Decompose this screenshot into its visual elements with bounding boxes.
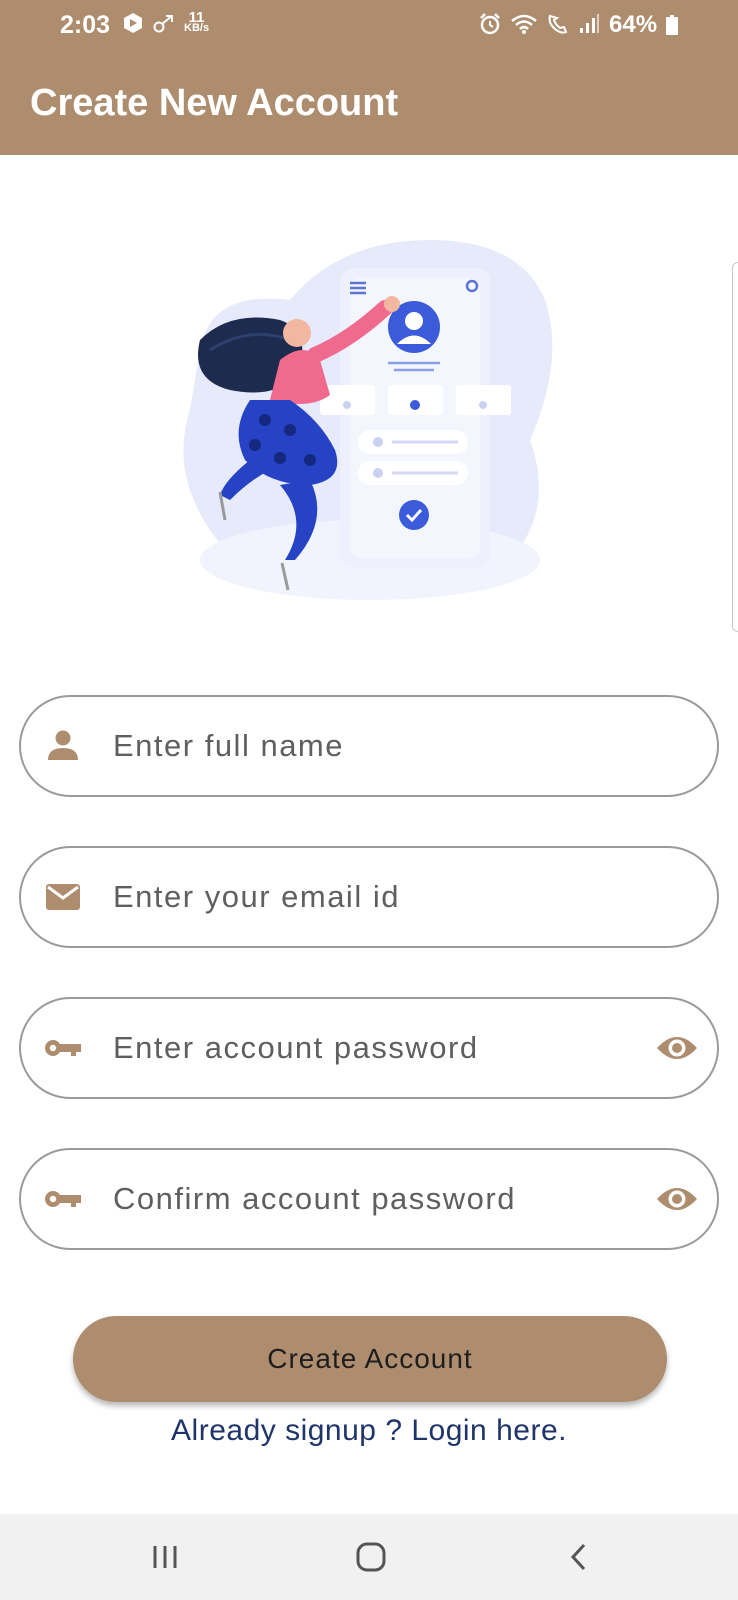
full-name-placeholder: Enter full name <box>113 728 344 763</box>
play-notification-icon <box>124 13 142 33</box>
eye-icon[interactable] <box>655 1032 699 1064</box>
page-title: Create New Account <box>30 82 399 124</box>
volte-call-icon <box>548 14 568 34</box>
email-placeholder: Enter your email id <box>113 879 400 914</box>
eye-icon[interactable] <box>655 1183 699 1215</box>
key-icon <box>45 1040 81 1056</box>
back-button[interactable] <box>556 1534 602 1580</box>
status-right-icons <box>478 12 600 36</box>
home-icon <box>356 1542 386 1572</box>
link-notification-icon <box>153 15 173 33</box>
home-button[interactable] <box>348 1534 394 1580</box>
person-icon <box>48 730 78 760</box>
signal-icon <box>580 14 599 33</box>
battery-level: 64% <box>609 11 658 38</box>
create-account-button[interactable]: Create Account <box>73 1316 667 1402</box>
status-bar: 2:03 11 KB/s 64% <box>0 0 738 54</box>
password-field[interactable]: Enter account password <box>19 997 719 1099</box>
key-icon <box>45 1191 81 1207</box>
email-field[interactable]: Enter your email id <box>19 846 719 948</box>
network-speed: 11 KB/s <box>184 10 210 34</box>
recent-apps-button[interactable] <box>142 1534 188 1580</box>
confirm-password-placeholder: Confirm account password <box>113 1181 516 1216</box>
login-link[interactable]: Already signup ? Login here. <box>0 1414 738 1448</box>
status-left-icons: 11 KB/s <box>122 10 210 34</box>
status-time: 2:03 <box>60 11 111 39</box>
right-edge-panel <box>732 262 738 632</box>
recent-apps-icon <box>153 1546 177 1568</box>
confirm-password-field[interactable]: Confirm account password <box>19 1148 719 1250</box>
mail-icon <box>46 884 80 910</box>
wifi-icon <box>511 14 537 34</box>
signup-illustration <box>183 240 553 600</box>
system-nav-bar <box>0 1514 738 1600</box>
full-name-field[interactable]: Enter full name <box>19 695 719 797</box>
battery-icon <box>666 15 678 35</box>
alarm-icon <box>480 13 500 35</box>
create-account-screen: 2:03 11 KB/s 64% Create New Account Ente… <box>0 0 738 1600</box>
password-placeholder: Enter account password <box>113 1030 479 1065</box>
app-bar: 2:03 11 KB/s 64% Create New Account <box>0 0 738 155</box>
back-icon <box>570 1543 586 1571</box>
network-speed-unit: KB/s <box>184 22 210 34</box>
